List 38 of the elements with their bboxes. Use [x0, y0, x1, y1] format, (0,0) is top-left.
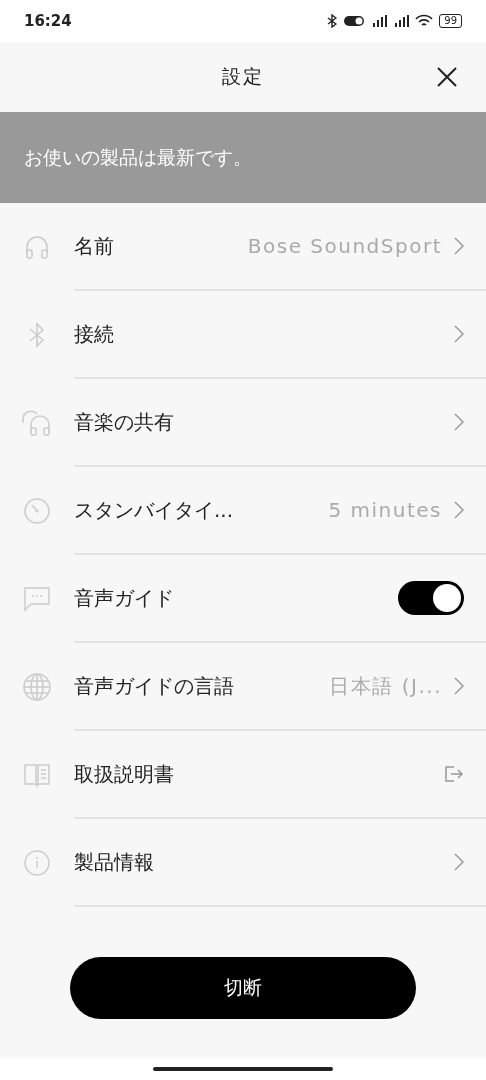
- info-icon: [23, 849, 51, 877]
- setting-label[interactable]: 名前: [74, 232, 114, 260]
- setting-label[interactable]: 音声ガイドの言語: [74, 672, 234, 700]
- headphones-pair-icon: [21, 409, 53, 437]
- setting-value: 5 minutes: [328, 498, 442, 522]
- chevron-right-icon[interactable]: [454, 237, 464, 255]
- setting-label[interactable]: 音声ガイド: [74, 584, 174, 612]
- close-icon[interactable]: [436, 66, 458, 88]
- setting-label[interactable]: 取扱説明書: [74, 760, 174, 788]
- setting-label[interactable]: 製品情報: [74, 848, 154, 876]
- wifi-icon: [415, 14, 434, 28]
- setting-value: Bose SoundSport: [247, 234, 442, 258]
- external-link-icon[interactable]: [444, 765, 464, 783]
- bluetooth-icon: [27, 321, 47, 349]
- toggle-status-icon: [343, 15, 366, 27]
- bluetooth-icon: [327, 14, 338, 28]
- disconnect-button[interactable]: 切断: [70, 956, 416, 1019]
- timer-icon: [23, 497, 51, 525]
- battery-indicator: 99: [439, 14, 462, 28]
- chevron-right-icon[interactable]: [454, 853, 464, 871]
- setting-label[interactable]: スタンバイタイ...: [74, 496, 234, 524]
- toggle-switch[interactable]: [398, 581, 464, 615]
- setting-label[interactable]: 接続: [74, 320, 114, 348]
- setting-label[interactable]: 音楽の共有: [74, 408, 174, 436]
- book-icon: [23, 762, 51, 788]
- chevron-right-icon[interactable]: [454, 677, 464, 695]
- setting-value: 日本語 (J...: [329, 672, 442, 700]
- banner-message: お使いの製品は最新です。: [24, 144, 252, 170]
- signal-icon: [371, 15, 388, 27]
- chevron-right-icon[interactable]: [454, 413, 464, 431]
- signal-icon: [393, 15, 410, 27]
- chevron-right-icon[interactable]: [454, 501, 464, 519]
- globe-icon: [22, 672, 52, 702]
- page-title: 設定: [222, 64, 264, 89]
- status-time: 16:24: [24, 12, 72, 30]
- headphones-icon: [23, 233, 51, 261]
- chevron-right-icon[interactable]: [454, 325, 464, 343]
- chat-bubble-icon: [23, 586, 51, 612]
